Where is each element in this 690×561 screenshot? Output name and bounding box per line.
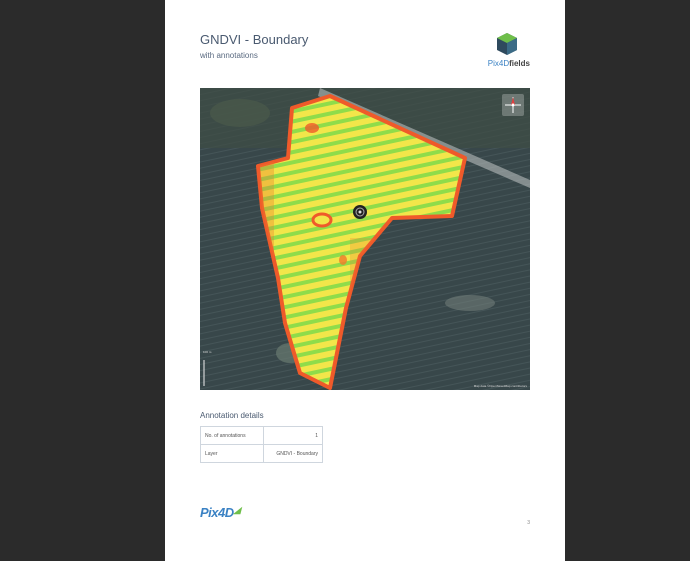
footer-logo-text: Pix4D — [200, 505, 234, 520]
table-cell-label: Layer — [200, 444, 264, 463]
pix4d-cube-icon — [497, 33, 517, 55]
annotation-details-heading: Annotation details — [200, 411, 264, 420]
bare-patch — [445, 295, 495, 311]
annotation-marker[interactable] — [353, 205, 367, 219]
pix4dfields-logo: Pix4Dfields — [470, 32, 530, 72]
table-cell-value: GNDVI - Boundary — [263, 444, 323, 463]
table-row: No. of annotations 1 — [200, 426, 323, 445]
pix4d-footer-logo: Pix4D◢ — [200, 505, 241, 520]
report-page: GNDVI - Boundary with annotations Pix4Df… — [165, 0, 565, 561]
annotation-details-table: No. of annotations 1 Layer GNDVI - Bound… — [200, 426, 323, 463]
page-subtitle: with annotations — [200, 51, 258, 60]
brand-suffix: fields — [509, 59, 530, 68]
compass-icon[interactable] — [502, 94, 524, 116]
table-row: Layer GNDVI - Boundary — [200, 444, 323, 463]
field-map[interactable]: 100 m Map data ©OpenStreetMap contributo… — [200, 88, 530, 390]
table-cell-value: 1 — [263, 426, 323, 445]
table-cell-label: No. of annotations — [200, 426, 264, 445]
low-vigor-spot — [311, 212, 333, 228]
brand-wordmark: Pix4Dfields — [488, 59, 530, 68]
map-image — [200, 88, 530, 390]
low-vigor-spot — [305, 123, 319, 133]
low-vigor-spot — [339, 255, 347, 265]
brand-prefix: Pix4D — [487, 59, 510, 68]
leaf-icon: ◢ — [233, 505, 241, 515]
scale-label: 100 m — [203, 350, 212, 354]
map-attribution[interactable]: Map data ©OpenStreetMap contributors — [474, 384, 527, 388]
trees-patch — [210, 99, 270, 127]
page-number: 3 — [527, 520, 530, 526]
page-title: GNDVI - Boundary — [200, 32, 309, 47]
